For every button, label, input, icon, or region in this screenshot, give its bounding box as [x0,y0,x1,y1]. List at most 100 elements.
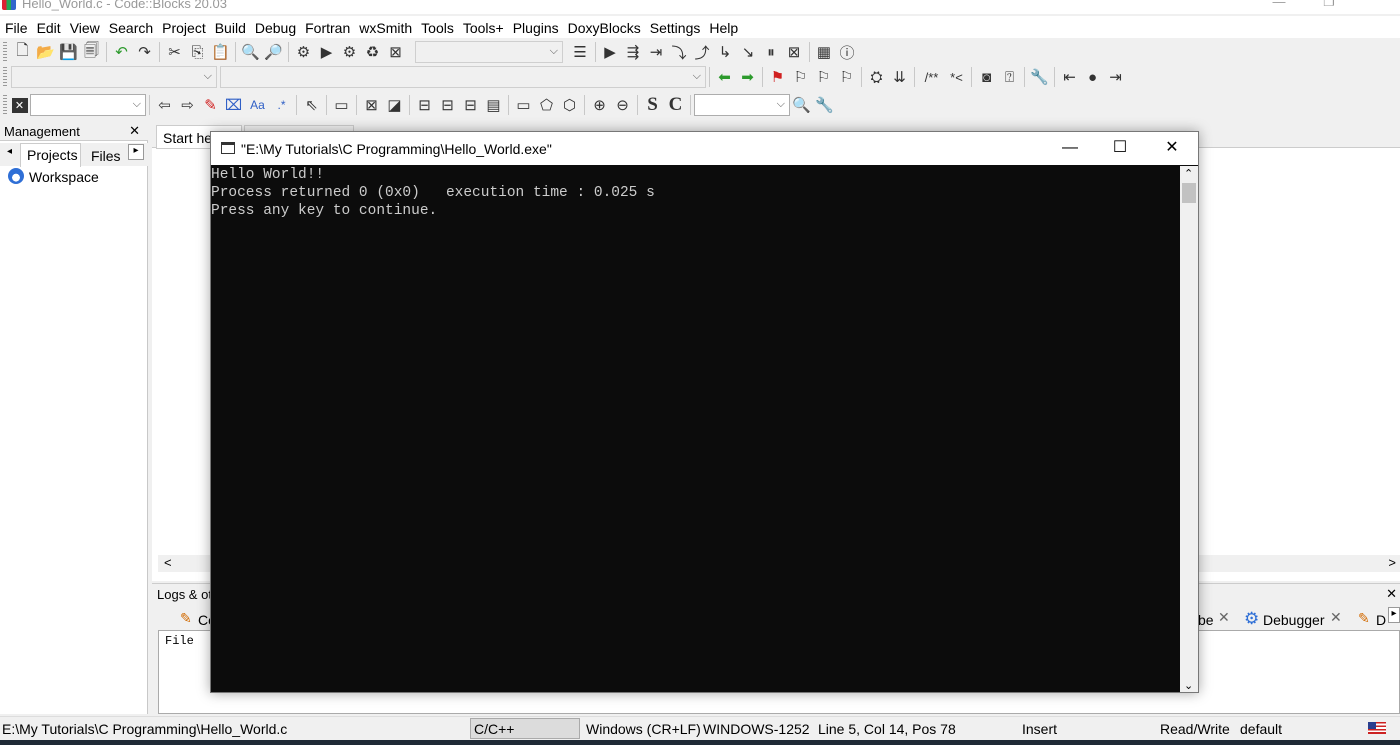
instruction-icon[interactable]: ▭ [513,94,535,116]
pause-icon[interactable]: ⏸ [760,41,782,63]
close-search-icon[interactable]: ✕ [11,97,28,113]
menu-settings[interactable]: Settings [645,16,705,38]
scroll-right-icon[interactable]: > [1388,555,1396,570]
new-file-icon[interactable]: 🗋 [12,41,34,63]
build-gear-icon[interactable]: ⚙ [293,41,315,63]
menu-search[interactable]: Search [104,16,157,38]
minimize-button[interactable]: — [1256,0,1302,14]
switch-icon[interactable]: ▤ [483,94,505,116]
next-instruction-icon[interactable]: ↳ [714,41,736,63]
next-line-icon[interactable]: ⇥ [645,41,667,63]
for-loop-icon[interactable]: ⊟ [414,94,436,116]
c-button[interactable]: C [665,94,687,116]
debug-windows-icon[interactable]: ▦ [813,41,835,63]
console-vertical-scrollbar[interactable]: ⌃ ⌄ [1180,166,1198,692]
close-icon[interactable]: ✕ [1330,609,1342,626]
save-all-icon[interactable]: 🗐 [81,41,103,63]
search-input[interactable]: ⌵ [30,94,146,116]
close-icon[interactable]: ✕ [1386,586,1397,602]
pointer-icon[interactable]: ⇖ [301,94,323,116]
prev-bookmark-icon[interactable]: ⚐ [790,66,812,88]
tab-files[interactable]: Files [91,148,121,164]
extract-docs-icon[interactable]: ⇊ [889,66,911,88]
find-previous-icon[interactable]: ⇦ [154,94,176,116]
close-icon[interactable]: ✕ [129,123,140,139]
symbol-search-icon[interactable]: 🔍 [791,94,813,116]
run-to-cursor-icon[interactable]: ⇶ [622,41,644,63]
clear-bookmarks-icon[interactable]: ⚐ [836,66,858,88]
while-loop-icon[interactable]: ⊟ [437,94,459,116]
console-maximize-button[interactable]: ☐ [1097,136,1143,160]
redo-icon[interactable]: ↷ [134,41,156,63]
return-icon[interactable]: ⬡ [559,94,581,116]
menu-fortran[interactable]: Fortran [300,16,354,38]
zoom-out-icon[interactable]: ⊖ [612,94,634,116]
console-close-button[interactable]: ✕ [1149,136,1195,160]
find-icon[interactable]: 🔍 [240,41,262,63]
debug-info-icon[interactable]: ⓘ [836,41,858,63]
match-case-button[interactable]: Aa [246,94,270,116]
menu-tools[interactable]: Tools [416,16,458,38]
paste-icon[interactable]: 📋 [210,41,232,63]
open-file-icon[interactable]: 📂 [35,41,57,63]
jump-forward-icon[interactable]: ➡ [737,66,759,88]
tab-scroll-left-icon[interactable]: ◂ [7,146,12,157]
tab-scroll-right-icon[interactable]: ▸ [1388,607,1400,623]
symbol-settings-icon[interactable]: 🔧 [814,94,836,116]
break-icon[interactable]: ⬠ [536,94,558,116]
undo-icon[interactable]: ↶ [111,41,133,63]
tree-workspace[interactable]: Workspace [29,169,99,185]
regex-button[interactable]: .* [271,94,293,116]
if-block-icon[interactable]: ⊠ [361,94,383,116]
next-bookmark-icon[interactable]: ⚐ [813,66,835,88]
block-comment-button[interactable]: /** [919,66,945,88]
build-target-select[interactable]: ⌵ [415,41,563,63]
next-change-icon[interactable]: ⇥ [1105,66,1127,88]
symbol-search-input[interactable]: ⌵ [694,94,790,116]
step-into-instruction-icon[interactable]: ↘ [737,41,759,63]
toolbar-grip[interactable] [3,42,7,62]
jump-back-icon[interactable]: ⬅ [714,66,736,88]
step-into-icon[interactable]: ⤵ [668,41,690,63]
menu-view[interactable]: View [65,16,104,38]
menu-edit[interactable]: Edit [32,16,65,38]
toolbar-grip[interactable] [3,95,7,115]
tab-projects[interactable]: Projects [20,143,81,167]
step-out-icon[interactable]: ⤴ [691,41,713,63]
replace-icon[interactable]: 🔎 [263,41,285,63]
show-target-list-icon[interactable]: ☰ [569,41,591,63]
scroll-left-icon[interactable]: < [164,555,172,570]
tab-scroll-right-icon[interactable]: ▸ [128,144,144,160]
save-icon[interactable]: 💾 [58,41,80,63]
highlight-icon[interactable]: ✎ [200,94,222,116]
cut-icon[interactable]: ✂ [164,41,186,63]
function-select[interactable]: ⌵ [220,66,706,88]
menu-tools-plus[interactable]: Tools+ [458,16,508,38]
line-comment-button[interactable]: *< [946,66,968,88]
else-block-icon[interactable]: ◪ [384,94,406,116]
restore-button[interactable]: ❐ [1306,0,1352,14]
menu-file[interactable]: File [0,16,32,38]
menu-project[interactable]: Project [157,16,210,38]
run-icon[interactable]: ▶ [316,41,338,63]
record-icon[interactable]: ● [1082,66,1104,88]
scope-select[interactable]: ⌵ [11,66,217,88]
toolbar-grip[interactable] [3,67,7,87]
menu-doxyblocks[interactable]: DoxyBlocks [563,16,645,38]
zoom-in-icon[interactable]: ⊕ [589,94,611,116]
preferences-wrench-icon[interactable]: 🔧 [1029,66,1051,88]
html-docs-icon[interactable]: ◙ [976,66,998,88]
tab-doxyblocks[interactable]: D [1376,612,1386,628]
menu-debug[interactable]: Debug [250,16,300,38]
menu-help[interactable]: Help [704,16,742,38]
build-run-icon[interactable]: ⚙ [339,41,361,63]
selected-text-icon[interactable]: ⌧ [223,94,245,116]
stop-debug-icon[interactable]: ⊠ [783,41,805,63]
tab-cscope[interactable]: be [1198,612,1214,628]
menu-build[interactable]: Build [210,16,250,38]
abort-icon[interactable]: ⊠ [385,41,407,63]
toggle-bookmark-icon[interactable]: ⚑ [767,66,789,88]
find-next-icon[interactable]: ⇨ [177,94,199,116]
tab-debugger[interactable]: Debugger [1263,612,1325,628]
console-scroll-thumb[interactable] [1182,183,1196,203]
